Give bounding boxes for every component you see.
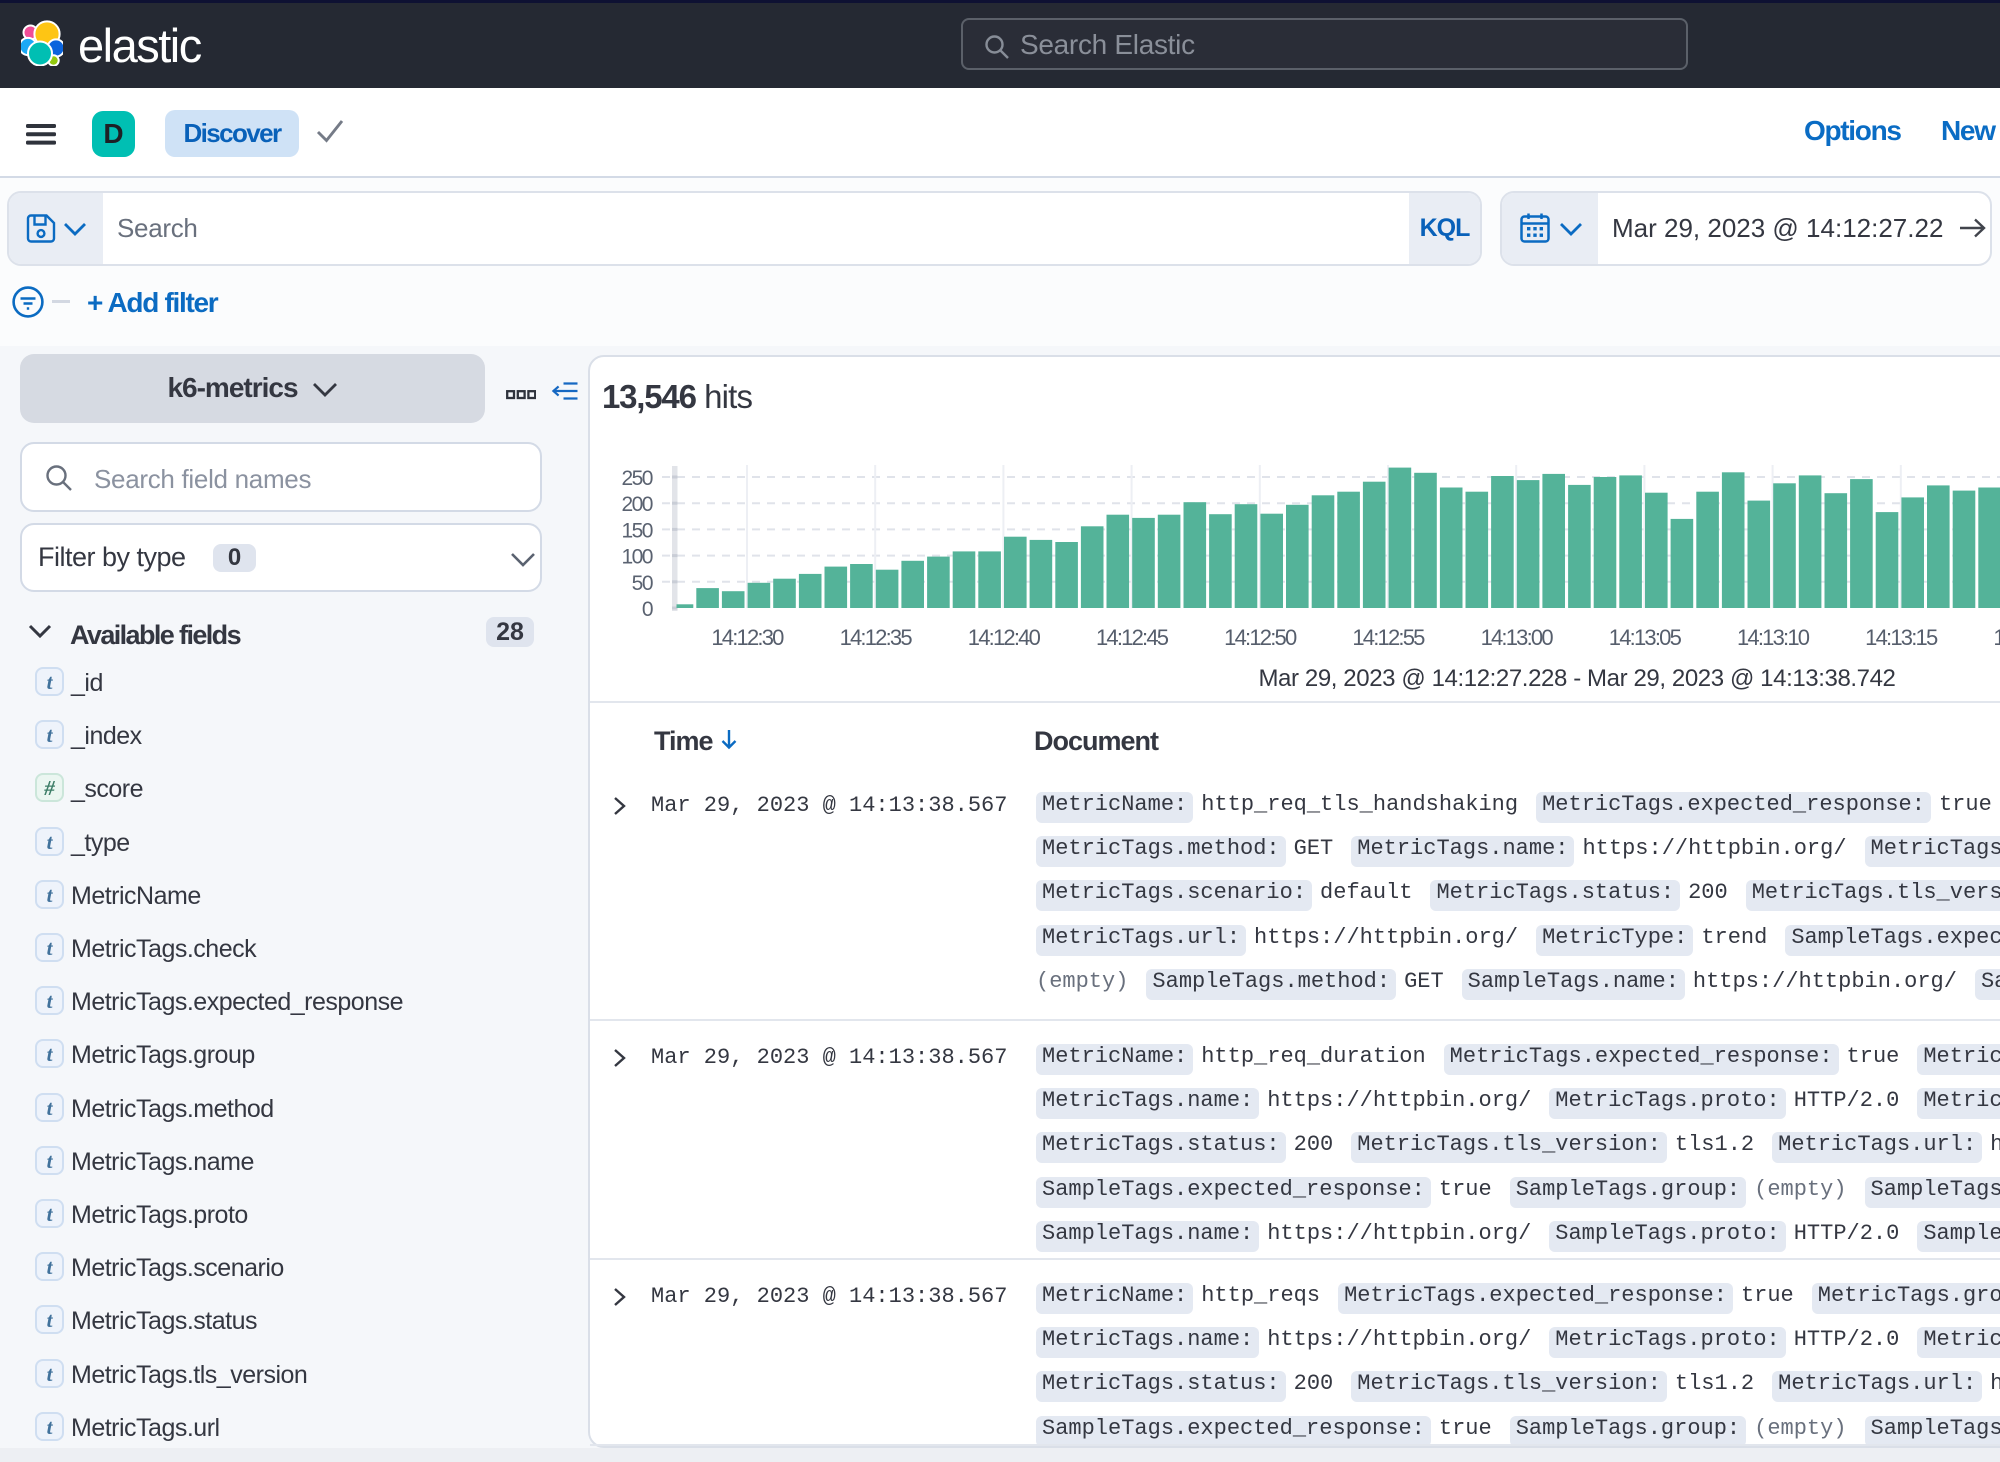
svg-text:100: 100 [621,546,652,569]
svg-text:14:12:35: 14:12:35 [840,625,913,650]
svg-text:0: 0 [642,598,653,621]
svg-text:14:13:05: 14:13:05 [1609,625,1682,650]
svg-text:200: 200 [621,493,652,516]
svg-text:250: 250 [621,467,652,490]
svg-text:150: 150 [621,519,652,542]
svg-text:14:12:30: 14:12:30 [711,625,784,650]
svg-text:14:12:40: 14:12:40 [968,625,1041,650]
svg-text:14:13:20: 14:13:20 [1993,625,2000,650]
svg-text:14:12:55: 14:12:55 [1352,625,1425,650]
svg-text:14:12:50: 14:12:50 [1224,625,1297,650]
svg-text:14:13:15: 14:13:15 [1865,625,1938,650]
svg-text:14:13:10: 14:13:10 [1737,625,1810,650]
svg-text:50: 50 [632,572,653,595]
svg-text:14:13:00: 14:13:00 [1481,625,1554,650]
svg-text:14:12:45: 14:12:45 [1096,625,1169,650]
